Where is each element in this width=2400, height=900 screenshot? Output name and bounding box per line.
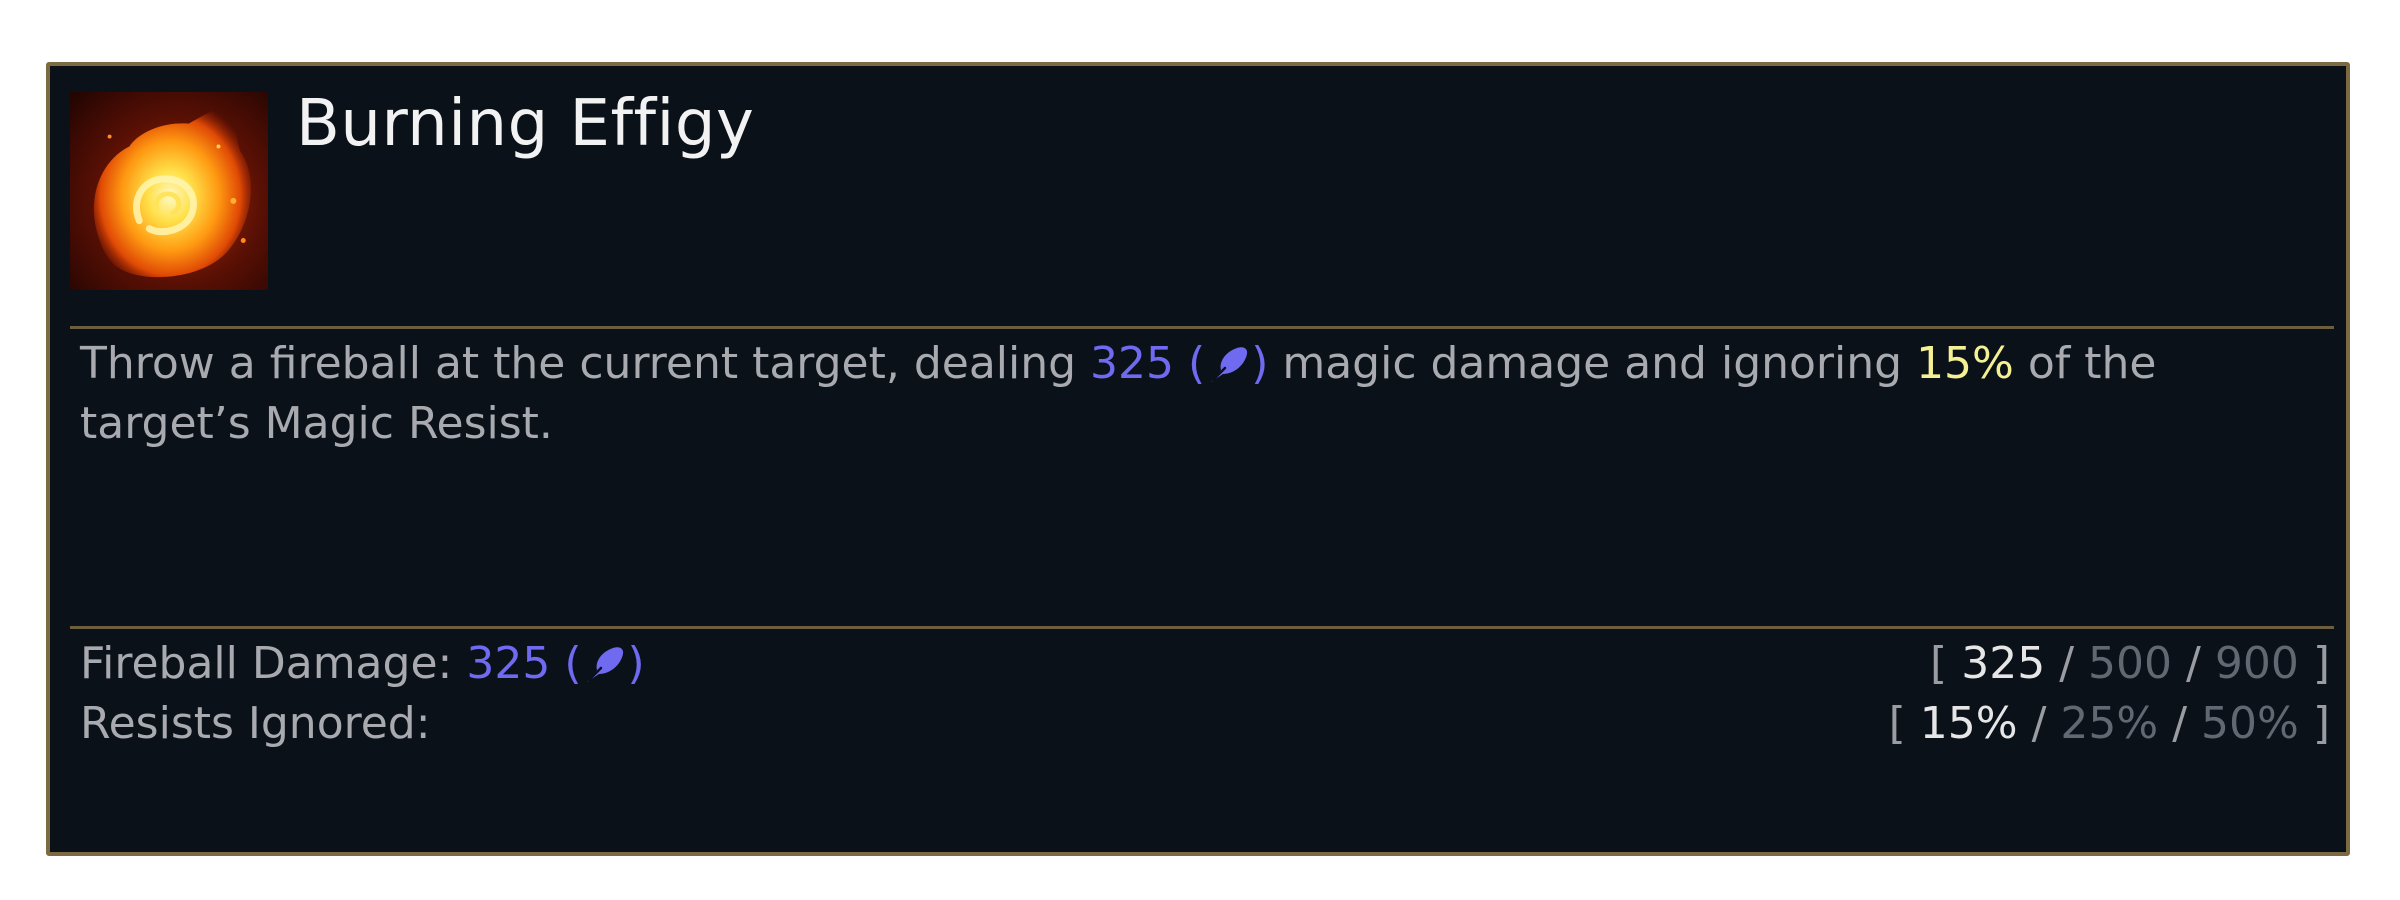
stat-label: Resists Ignored: [80,698,431,749]
stat-label-text: Fireball Damage: [80,638,467,689]
scale-rank-2: 500 [2088,638,2173,689]
stat-value-number: 325 [466,638,551,689]
scale-bracket-close: ] [2312,638,2330,689]
scale-rank-2: 25% [2060,698,2159,749]
paren-close: ) [627,638,645,689]
scale-rank-1: 325 [1961,638,2046,689]
divider [70,326,2334,329]
paren-open: ( [550,638,582,689]
scale-bracket-close: ] [2312,698,2330,749]
ability-power-icon [587,647,624,682]
ability-title: Burning Effigy [296,87,755,161]
damage-value: 325 () [1090,338,1268,389]
divider [70,626,2334,629]
stats-list: Fireball Damage: 325 () [ 325 / 500 / 90… [80,634,2330,754]
scale-separator: / [2172,698,2188,749]
scale-separator: / [2186,638,2201,689]
fireball-icon [70,92,268,290]
stat-label: Fireball Damage: 325 () [80,634,645,694]
scale-separator: / [2031,698,2047,749]
description-text: magic damage and ignoring [1268,338,1917,389]
ability-tooltip: Burning Effigy Throw a fireball at the c… [46,62,2350,856]
scale-rank-3: 50% [2201,698,2299,749]
scale-bracket-open: [ [1930,638,1948,689]
scale-rank-1: 15% [1919,698,2018,749]
description-text: Throw a fireball at the current target, … [80,338,1091,389]
stat-scaling: [ 325 / 500 / 900 ] [1930,634,2330,694]
paren-close: ) [1251,338,1269,389]
stat-row-fireball-damage: Fireball Damage: 325 () [ 325 / 500 / 90… [80,634,2330,694]
scale-rank-3: 900 [2214,638,2299,689]
resist-value: 15% [1916,338,2014,389]
ability-description: Throw a fireball at the current target, … [80,334,2280,454]
stat-value: 325 () [466,638,644,689]
stat-row-resists-ignored: Resists Ignored: [ 15% / 25% / 50% ] [80,694,2330,754]
scale-separator: / [2059,638,2075,689]
damage-number: 325 [1090,338,1175,389]
stat-scaling: [ 15% / 25% / 50% ] [1889,694,2330,754]
paren-open: ( [1174,338,1206,389]
scale-bracket-open: [ [1888,698,1906,749]
ability-power-icon [1211,347,1248,382]
